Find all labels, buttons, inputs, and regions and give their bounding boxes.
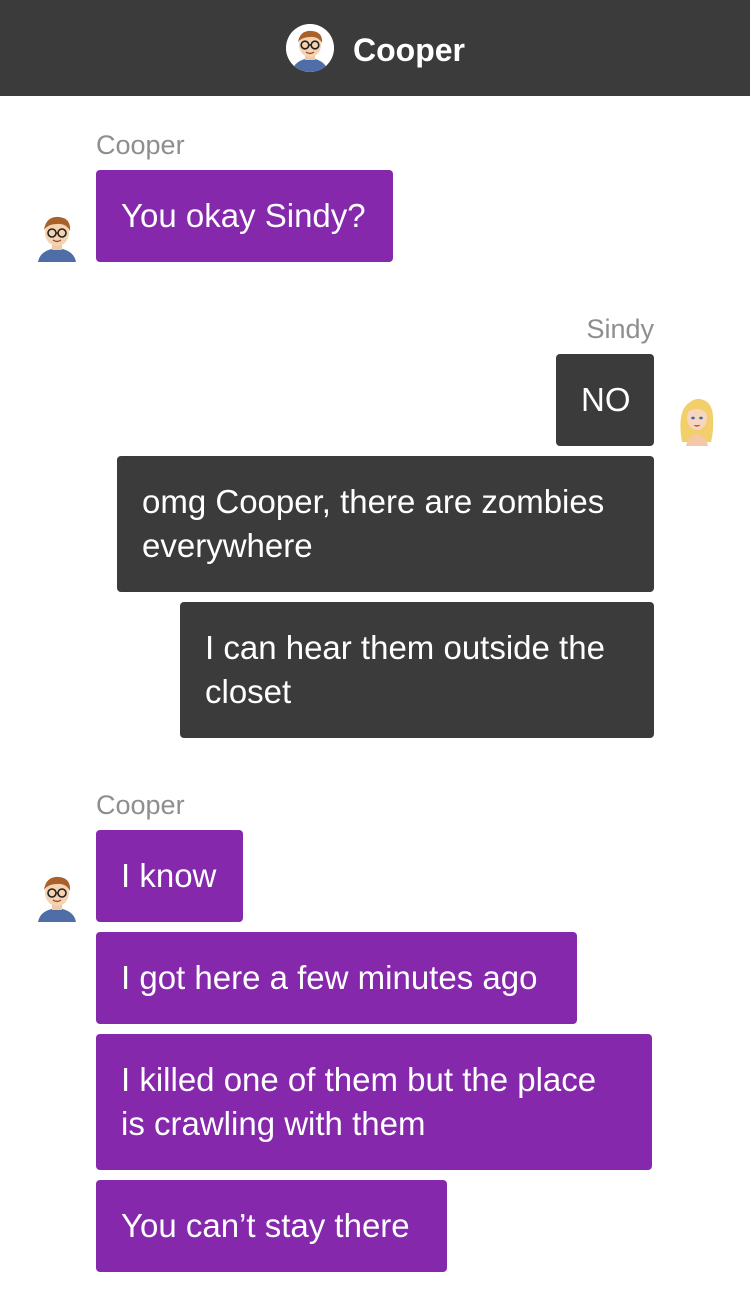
message-bubble-sindy[interactable]: NO [556, 354, 654, 446]
sender-label-sindy: Sindy [586, 314, 654, 344]
page-title: Cooper [353, 32, 465, 68]
chat-header: Cooper [0, 0, 750, 96]
sindy-avatar-icon[interactable] [674, 396, 720, 446]
sender-label-cooper: Cooper [96, 130, 185, 160]
message-bubble-cooper[interactable]: I know [96, 830, 243, 922]
cooper-avatar-icon[interactable] [34, 212, 80, 262]
message-bubble-sindy[interactable]: omg Cooper, there are zombies everywhere [117, 456, 654, 592]
sender-label-cooper: Cooper [96, 790, 185, 820]
cooper-avatar-icon[interactable] [34, 872, 80, 922]
message-bubble-cooper[interactable]: I killed one of them but the place is cr… [96, 1034, 652, 1170]
message-bubble-cooper[interactable]: I got here a few minutes ago [96, 932, 577, 1024]
message-bubble-cooper[interactable]: You can’t stay there [96, 1180, 447, 1272]
message-bubble-cooper[interactable]: You okay Sindy? [96, 170, 393, 262]
message-bubble-sindy[interactable]: I can hear them outside the closet [180, 602, 654, 738]
cooper-avatar-icon[interactable] [286, 24, 334, 72]
